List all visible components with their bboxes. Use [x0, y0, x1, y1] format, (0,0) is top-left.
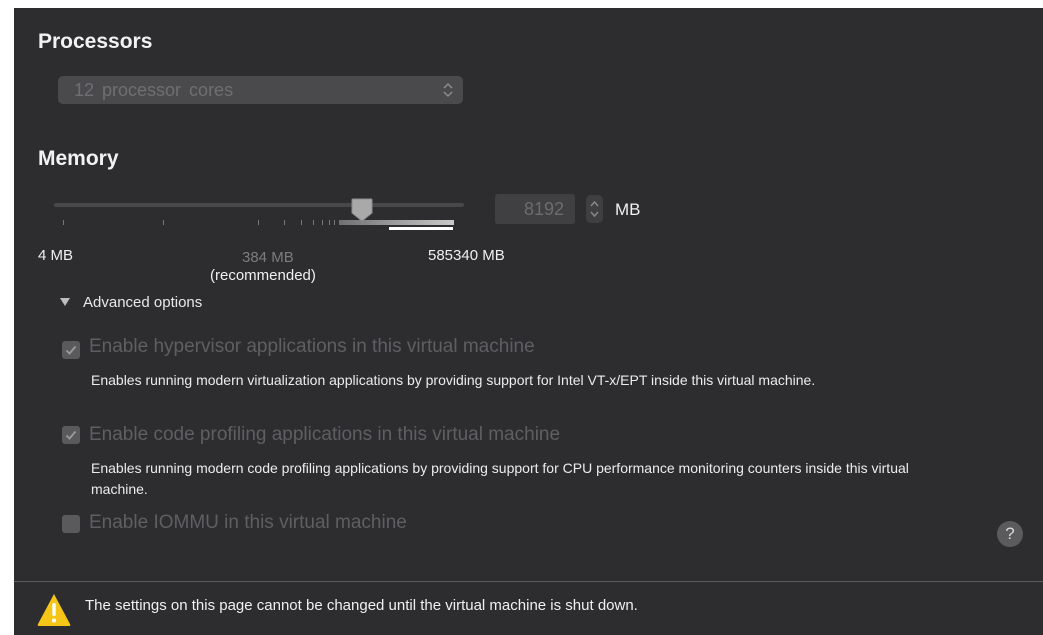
slider-tick — [301, 220, 302, 225]
slider-max-range-bar — [389, 227, 453, 230]
advanced-options-label: Advanced options — [83, 294, 203, 311]
help-button[interactable]: ? — [997, 521, 1023, 547]
warning-icon — [36, 592, 72, 628]
processor-cores-value: 12 processor cores — [74, 80, 234, 100]
memory-recommended-label: (recommended) — [210, 267, 316, 284]
processors-heading: Processors — [38, 30, 153, 53]
slider-tick — [334, 220, 335, 225]
memory-unit: MB — [615, 200, 641, 219]
slider-tick — [329, 220, 330, 225]
iommu-checkbox-label: Enable IOMMU in this virtual machine — [89, 512, 407, 533]
settings-panel: Processors 12 processor cores Memory 819… — [14, 8, 1043, 635]
checkmark-icon — [65, 430, 77, 440]
memory-heading: Memory — [38, 147, 119, 170]
memory-min-label: 4 MB — [38, 247, 74, 264]
slider-thumb[interactable] — [351, 198, 373, 222]
slider-tick — [63, 220, 64, 225]
memory-slider[interactable] — [54, 194, 464, 234]
memory-size-value: 8192 — [523, 199, 564, 219]
slider-tick — [313, 220, 314, 225]
slider-tick — [284, 220, 285, 225]
chevron-up-down-icon — [443, 81, 453, 99]
iommu-checkbox[interactable] — [62, 515, 80, 533]
stepper-arrows-icon — [590, 200, 599, 218]
footer-divider — [14, 581, 1043, 582]
processor-cores-select[interactable]: 12 processor cores — [58, 76, 463, 104]
warning-message: The settings on this page cannot be chan… — [85, 597, 638, 614]
slider-tick — [322, 220, 323, 225]
advanced-options-toggle[interactable]: Advanced options — [60, 294, 202, 311]
memory-size-input[interactable]: 8192 — [495, 194, 575, 224]
slider-track — [54, 203, 464, 207]
hypervisor-checkbox[interactable] — [62, 341, 80, 359]
disclosure-triangle-icon — [60, 298, 70, 306]
memory-max-label: 585340 MB — [428, 247, 505, 264]
checkmark-icon — [65, 345, 77, 355]
slider-tick — [258, 220, 259, 225]
hypervisor-description: Enables running modern virtualization ap… — [91, 372, 816, 388]
hypervisor-checkbox-label: Enable hypervisor applications in this v… — [89, 336, 535, 357]
memory-recommended-value: 384 MB — [242, 249, 294, 266]
code-profiling-checkbox[interactable] — [62, 426, 80, 444]
slider-tick — [163, 220, 164, 225]
code-profiling-checkbox-label: Enable code profiling applications in th… — [89, 424, 561, 445]
code-profiling-description: Enables running modern code profiling ap… — [91, 460, 909, 497]
memory-stepper[interactable] — [586, 195, 603, 223]
